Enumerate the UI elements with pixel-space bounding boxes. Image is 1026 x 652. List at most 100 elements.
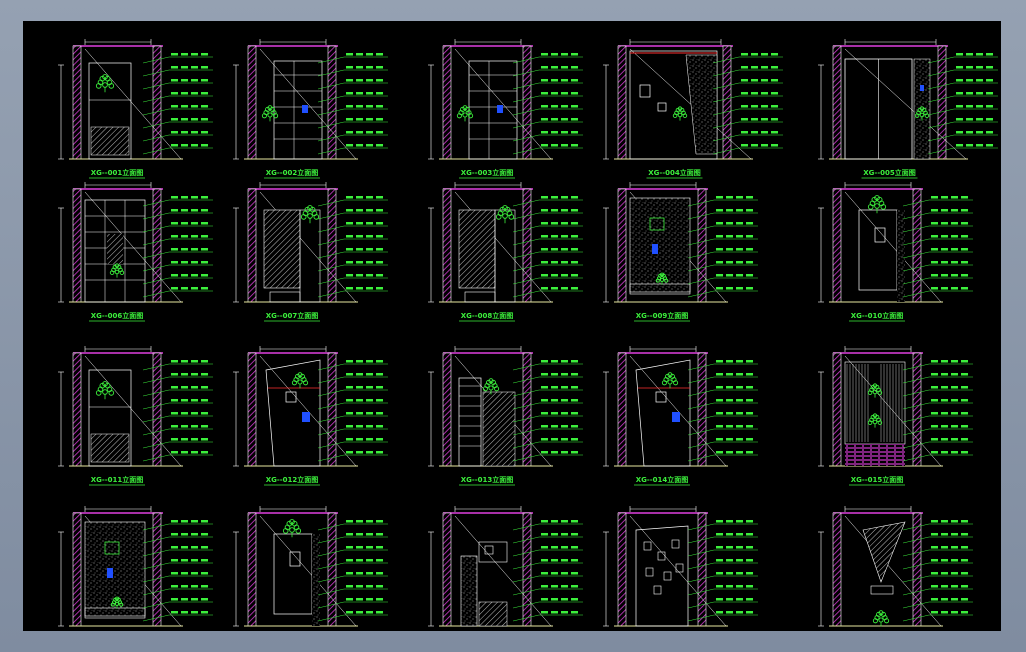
- wall-panel: [273, 533, 313, 615]
- annotation-mark: [366, 425, 373, 428]
- annotation-mark: [746, 425, 753, 428]
- annotation-mark: [346, 222, 353, 225]
- annotation-mark: [941, 261, 948, 264]
- annotation-mark: [201, 222, 208, 225]
- elevation-8: XG--008立面图: [428, 182, 583, 322]
- annotation-mark: [941, 611, 948, 614]
- annotation-mark: [191, 235, 198, 238]
- brick-base: [845, 444, 905, 466]
- annotation-mark: [356, 373, 363, 376]
- annotation-mark: [931, 533, 938, 536]
- annotation-mark: [726, 438, 733, 441]
- annotation-mark: [736, 572, 743, 575]
- annotation-mark: [356, 118, 363, 121]
- annotation-mark: [571, 399, 578, 402]
- annotation-mark: [356, 546, 363, 549]
- annotation-mark: [356, 425, 363, 428]
- annotation-mark: [181, 196, 188, 199]
- annotation-mark: [751, 79, 758, 82]
- annotation-mark: [541, 425, 548, 428]
- annotation-mark: [741, 79, 748, 82]
- drawing-caption: XG--014立面图: [636, 475, 689, 484]
- annotation-mark: [736, 274, 743, 277]
- annotation-mark: [561, 118, 568, 121]
- annotation-mark: [931, 399, 938, 402]
- annotation-mark: [551, 572, 558, 575]
- annotation-mark: [356, 105, 363, 108]
- annotation-mark: [561, 438, 568, 441]
- annotation-mark: [541, 209, 548, 212]
- elevation-2: XG--002立面图: [233, 39, 388, 179]
- cad-drawing-canvas[interactable]: XG--001立面图 XG--002立面图 XG--003立面图 XG--004立面图…: [23, 21, 1001, 631]
- annotation-mark: [366, 196, 373, 199]
- annotation-mark: [961, 559, 968, 562]
- annotation-mark: [961, 261, 968, 264]
- annotation-mark: [931, 235, 938, 238]
- annotation-mark: [561, 92, 568, 95]
- annotation-mark: [741, 53, 748, 56]
- annotation-mark: [201, 144, 208, 147]
- annotation-mark: [956, 53, 963, 56]
- annotation-mark: [736, 585, 743, 588]
- annotation-mark: [356, 131, 363, 134]
- annotation-mark: [366, 520, 373, 523]
- annotation-mark: [941, 412, 948, 415]
- annotation-mark: [561, 274, 568, 277]
- annotation-mark: [561, 235, 568, 238]
- annotation-mark: [356, 235, 363, 238]
- annotation-mark: [346, 209, 353, 212]
- plant-icon: [867, 413, 883, 428]
- annotation-mark: [191, 451, 198, 454]
- picture-frame: [653, 585, 662, 595]
- elevation-6: XG--006立面图: [58, 182, 213, 322]
- annotation-mark: [366, 222, 373, 225]
- annotation-mark: [966, 66, 973, 69]
- annotation-mark: [366, 360, 373, 363]
- annotation-mark: [356, 386, 363, 389]
- annotation-mark: [191, 425, 198, 428]
- annotation-mark: [716, 274, 723, 277]
- picture-frame: [289, 551, 301, 567]
- annotation-mark: [171, 598, 178, 601]
- annotation-mark: [191, 585, 198, 588]
- annotation-mark: [346, 274, 353, 277]
- annotation-mark: [951, 274, 958, 277]
- annotation-mark: [931, 261, 938, 264]
- annotation-mark: [976, 53, 983, 56]
- annotation-mark: [171, 118, 178, 121]
- annotation-mark: [931, 611, 938, 614]
- annotation-mark: [976, 105, 983, 108]
- annotation-mark: [956, 105, 963, 108]
- elevation-sheet: XG--001立面图 XG--002立面图 XG--003立面图 XG--004立面图…: [58, 39, 998, 627]
- left-wall: [72, 188, 82, 303]
- annotation-mark: [746, 585, 753, 588]
- plant-icon: [291, 372, 309, 389]
- annotation-mark: [541, 533, 548, 536]
- annotation-mark: [961, 222, 968, 225]
- annotation-mark: [181, 585, 188, 588]
- annotation-mark: [366, 585, 373, 588]
- annotation-mark: [346, 144, 353, 147]
- annotation-mark: [951, 598, 958, 601]
- elevation-12: XG--012立面图: [233, 346, 388, 486]
- annotation-mark: [571, 559, 578, 562]
- annotation-mark: [716, 287, 723, 290]
- annotation-mark: [366, 261, 373, 264]
- annotation-mark: [191, 572, 198, 575]
- annotation-mark: [201, 559, 208, 562]
- annotation-mark: [951, 222, 958, 225]
- annotation-mark: [951, 451, 958, 454]
- plant-icon: [867, 195, 887, 214]
- annotation-mark: [346, 598, 353, 601]
- annotation-mark: [726, 598, 733, 601]
- annotation-mark: [201, 425, 208, 428]
- annotation-mark: [746, 386, 753, 389]
- annotation-mark: [551, 373, 558, 376]
- annotation-mark: [726, 585, 733, 588]
- right-wall: [152, 352, 162, 467]
- annotation-mark: [771, 118, 778, 121]
- annotation-mark: [736, 196, 743, 199]
- annotation-mark: [551, 533, 558, 536]
- annotation-mark: [746, 546, 753, 549]
- annotation-mark: [181, 546, 188, 549]
